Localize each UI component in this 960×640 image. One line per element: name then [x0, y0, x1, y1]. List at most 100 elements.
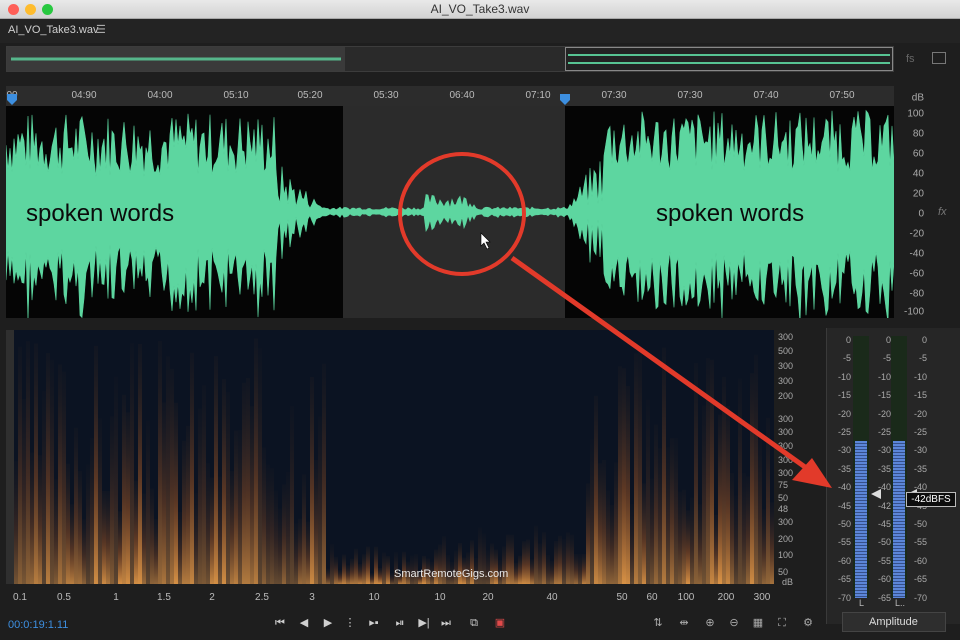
db-label: 80 — [912, 128, 924, 140]
meter-scale-mid: 0 -5 -10 -15 -20 -25 -30 -35 -40 -42 -45 -50 -55 -60-… — [871, 328, 891, 604]
channel-right-label: L.. — [895, 598, 906, 608]
meter-scale-label: -55 — [837, 537, 851, 548]
spectral-band — [90, 437, 94, 584]
spectral-band — [234, 430, 238, 584]
time-label: 60 — [646, 592, 658, 603]
spectral-band — [554, 540, 558, 584]
rewind-button[interactable]: ◀ — [294, 614, 314, 632]
spectral-band — [550, 561, 554, 584]
meter-scale-label: -55 — [913, 537, 927, 548]
stop-button[interactable]: ⋮ — [340, 614, 360, 632]
go-to-start-button[interactable]: ⏮ — [270, 614, 290, 632]
meter-scale-label: -5 — [882, 353, 891, 364]
spectral-band — [258, 348, 262, 584]
spectral-band — [66, 463, 70, 584]
spectral-scroll-handle[interactable] — [6, 330, 14, 584]
spectral-band — [246, 377, 250, 584]
meter-scale-label: 0 — [845, 335, 851, 345]
overview-visible-range[interactable] — [7, 47, 345, 71]
spectral-band — [206, 462, 210, 584]
spectral-band — [218, 476, 222, 584]
spectral-band — [86, 464, 90, 584]
spectral-band — [242, 382, 246, 584]
loop-toggle-icon[interactable]: ⧉ — [464, 614, 484, 632]
zoom-time-icon[interactable]: ⇹ — [674, 614, 694, 632]
spectral-band — [374, 546, 378, 584]
meter-bar-right — [891, 336, 907, 598]
meter-scale-label: -30 — [913, 445, 927, 456]
spectral-band — [602, 460, 606, 584]
go-to-end-button[interactable]: ⏭ — [436, 614, 456, 632]
hamburger-icon[interactable]: ☰ — [96, 23, 106, 36]
fx-label[interactable]: fx — [938, 206, 947, 218]
db-label: -80 — [909, 288, 924, 300]
spectral-band — [282, 484, 286, 584]
hz-label: 500 — [778, 346, 794, 356]
panel-menu-icon[interactable] — [932, 52, 946, 64]
db-label: -20 — [909, 228, 924, 240]
zoom-selection-icon[interactable]: ▦ — [748, 614, 768, 632]
spectral-frequency-display[interactable] — [14, 330, 774, 584]
spectral-band — [250, 406, 254, 584]
spectral-band — [42, 391, 46, 584]
spectral-band — [146, 420, 150, 584]
spectral-band — [334, 556, 338, 584]
meter-fill-left — [855, 441, 867, 598]
spectral-band — [610, 504, 614, 584]
waveform-display[interactable]: spoken words spoken words — [6, 106, 894, 318]
spectral-band — [138, 343, 142, 584]
hz-label: 300 — [778, 414, 794, 424]
spectrogram-graph — [14, 338, 774, 584]
zoom-out-icon[interactable]: ⊖ — [724, 614, 744, 632]
spectral-band — [50, 359, 54, 584]
fast-forward-button[interactable]: ▶| — [414, 614, 434, 632]
spectral-band — [314, 459, 318, 584]
play-from-cursor-button[interactable]: ▸▪ — [364, 614, 384, 632]
spectral-band — [126, 412, 130, 584]
spectral-band — [310, 377, 314, 584]
zoom-full-icon[interactable]: ⛶ — [772, 614, 792, 632]
file-tab[interactable]: AI_VO_Take3.wav — [8, 24, 99, 36]
overview-selection[interactable] — [565, 47, 893, 71]
spectral-band — [294, 523, 298, 584]
meter-scale-label: -60 — [837, 555, 851, 566]
spectral-band — [574, 554, 578, 584]
zoom-settings-icon[interactable]: ⚙ — [798, 614, 818, 632]
meter-scale-label: -30 — [837, 445, 851, 456]
playhead-start-marker[interactable] — [6, 94, 18, 106]
spectral-band — [750, 373, 754, 584]
ruler-label: 04:90 — [71, 90, 97, 101]
frequency-axis: 300 500 300 300 200 300 300 300 300 300 … — [776, 330, 816, 590]
loop-play-button[interactable]: ⏯ — [390, 614, 410, 632]
spectral-band — [730, 473, 734, 584]
spectral-band — [194, 493, 198, 584]
hz-unit-label: dB — [782, 577, 794, 587]
spectral-band — [318, 416, 322, 584]
ruler-label: 07:50 — [829, 90, 855, 101]
time-label: 0.1 — [13, 592, 27, 603]
meter-scale-label: -15 — [837, 390, 851, 401]
spectral-band — [606, 490, 610, 584]
spectral-band — [118, 511, 122, 584]
play-button[interactable]: ▶ — [318, 614, 338, 632]
current-time-display[interactable]: 00:0:19:1.11 — [8, 619, 68, 631]
spectral-band — [326, 568, 330, 584]
zoom-in-icon[interactable]: ⊕ — [700, 614, 720, 632]
spectral-band — [370, 573, 374, 584]
spectral-band — [618, 366, 622, 584]
spectral-band — [254, 338, 258, 584]
meter-mode-select[interactable]: Amplitude ⌄ — [842, 612, 946, 632]
spectral-band — [746, 476, 750, 584]
zoom-amplitude-icon[interactable]: ⇅ — [648, 614, 668, 632]
spectral-band — [642, 483, 646, 584]
meter-scale-label: -25 — [837, 427, 851, 437]
waveform-overview[interactable] — [6, 46, 894, 72]
selection-end-marker[interactable] — [559, 94, 571, 106]
spectral-band — [278, 508, 282, 584]
record-button[interactable]: ▣ — [490, 614, 510, 632]
spectral-band — [386, 556, 390, 584]
meter-scale-label: -50 — [913, 519, 927, 529]
spectral-band — [338, 570, 342, 584]
time-ruler[interactable]: 00 04:90 04:00 05:10 05:20 05:30 06:40 0… — [6, 86, 894, 106]
spectral-time-axis: 0.1 0.5 1 1.5 2 2.5 3 10 10 20 40 50 60 … — [13, 590, 774, 606]
